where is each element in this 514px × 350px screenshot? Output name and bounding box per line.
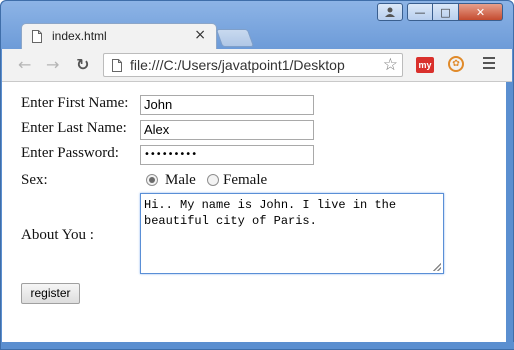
first-name-label: Enter First Name: (21, 95, 129, 111)
password-label: Enter Password: (21, 145, 119, 161)
first-name-input[interactable]: John (140, 95, 314, 115)
last-name-input[interactable]: Alex (140, 120, 314, 140)
page-content: Enter First Name: John Enter Last Name: … (2, 82, 506, 342)
tab-close-icon[interactable]: × (194, 27, 206, 43)
window-right-border (506, 82, 513, 344)
minimize-button[interactable]: — (407, 3, 433, 21)
my-extension-icon[interactable]: my (416, 57, 434, 73)
new-tab-button[interactable] (215, 29, 255, 47)
reload-icon[interactable]: ↻ (76, 55, 89, 74)
tab-title: index.html (52, 29, 107, 43)
sex-label: Sex: (21, 172, 48, 188)
window-controls: — □ ✕ (377, 3, 503, 23)
last-name-label: Enter Last Name: (21, 120, 127, 136)
user-profile-icon[interactable] (377, 3, 403, 21)
window-bottom-border (1, 342, 514, 349)
forward-arrow-icon[interactable]: → (46, 55, 59, 74)
browser-window: — □ ✕ index.html × ← → ↻ file:///C:/User… (0, 0, 514, 350)
close-window-button[interactable]: ✕ (459, 3, 503, 21)
back-arrow-icon[interactable]: ← (18, 55, 31, 74)
file-page-icon (112, 59, 122, 72)
password-input[interactable]: ••••••••• (140, 145, 314, 165)
female-radio[interactable] (207, 174, 219, 186)
tab-index-html[interactable]: index.html × (21, 23, 217, 49)
female-radio-label: Female (223, 172, 268, 188)
title-bar: — □ ✕ index.html × (1, 1, 513, 49)
document-icon (32, 30, 42, 43)
male-radio-label: Male (165, 172, 196, 188)
menu-hamburger-icon[interactable] (483, 57, 495, 69)
bookmark-star-icon[interactable]: ☆ (383, 55, 398, 75)
resize-grip-icon[interactable] (433, 263, 441, 271)
extension-circle-icon[interactable]: ✿ (448, 56, 464, 72)
browser-toolbar: ← → ↻ file:///C:/Users/javatpoint1/Deskt… (2, 49, 512, 82)
about-you-label: About You : (21, 227, 94, 243)
about-you-text: Hi.. My name is John. I live in the beau… (144, 198, 397, 228)
url-text[interactable]: file:///C:/Users/javatpoint1/Desktop (130, 57, 380, 73)
register-button[interactable]: register (21, 283, 80, 304)
about-you-textarea[interactable]: Hi.. My name is John. I live in the beau… (140, 193, 444, 274)
male-radio[interactable] (146, 174, 158, 186)
maximize-button[interactable]: □ (433, 3, 459, 21)
address-bar[interactable]: file:///C:/Users/javatpoint1/Desktop ☆ (103, 53, 403, 77)
